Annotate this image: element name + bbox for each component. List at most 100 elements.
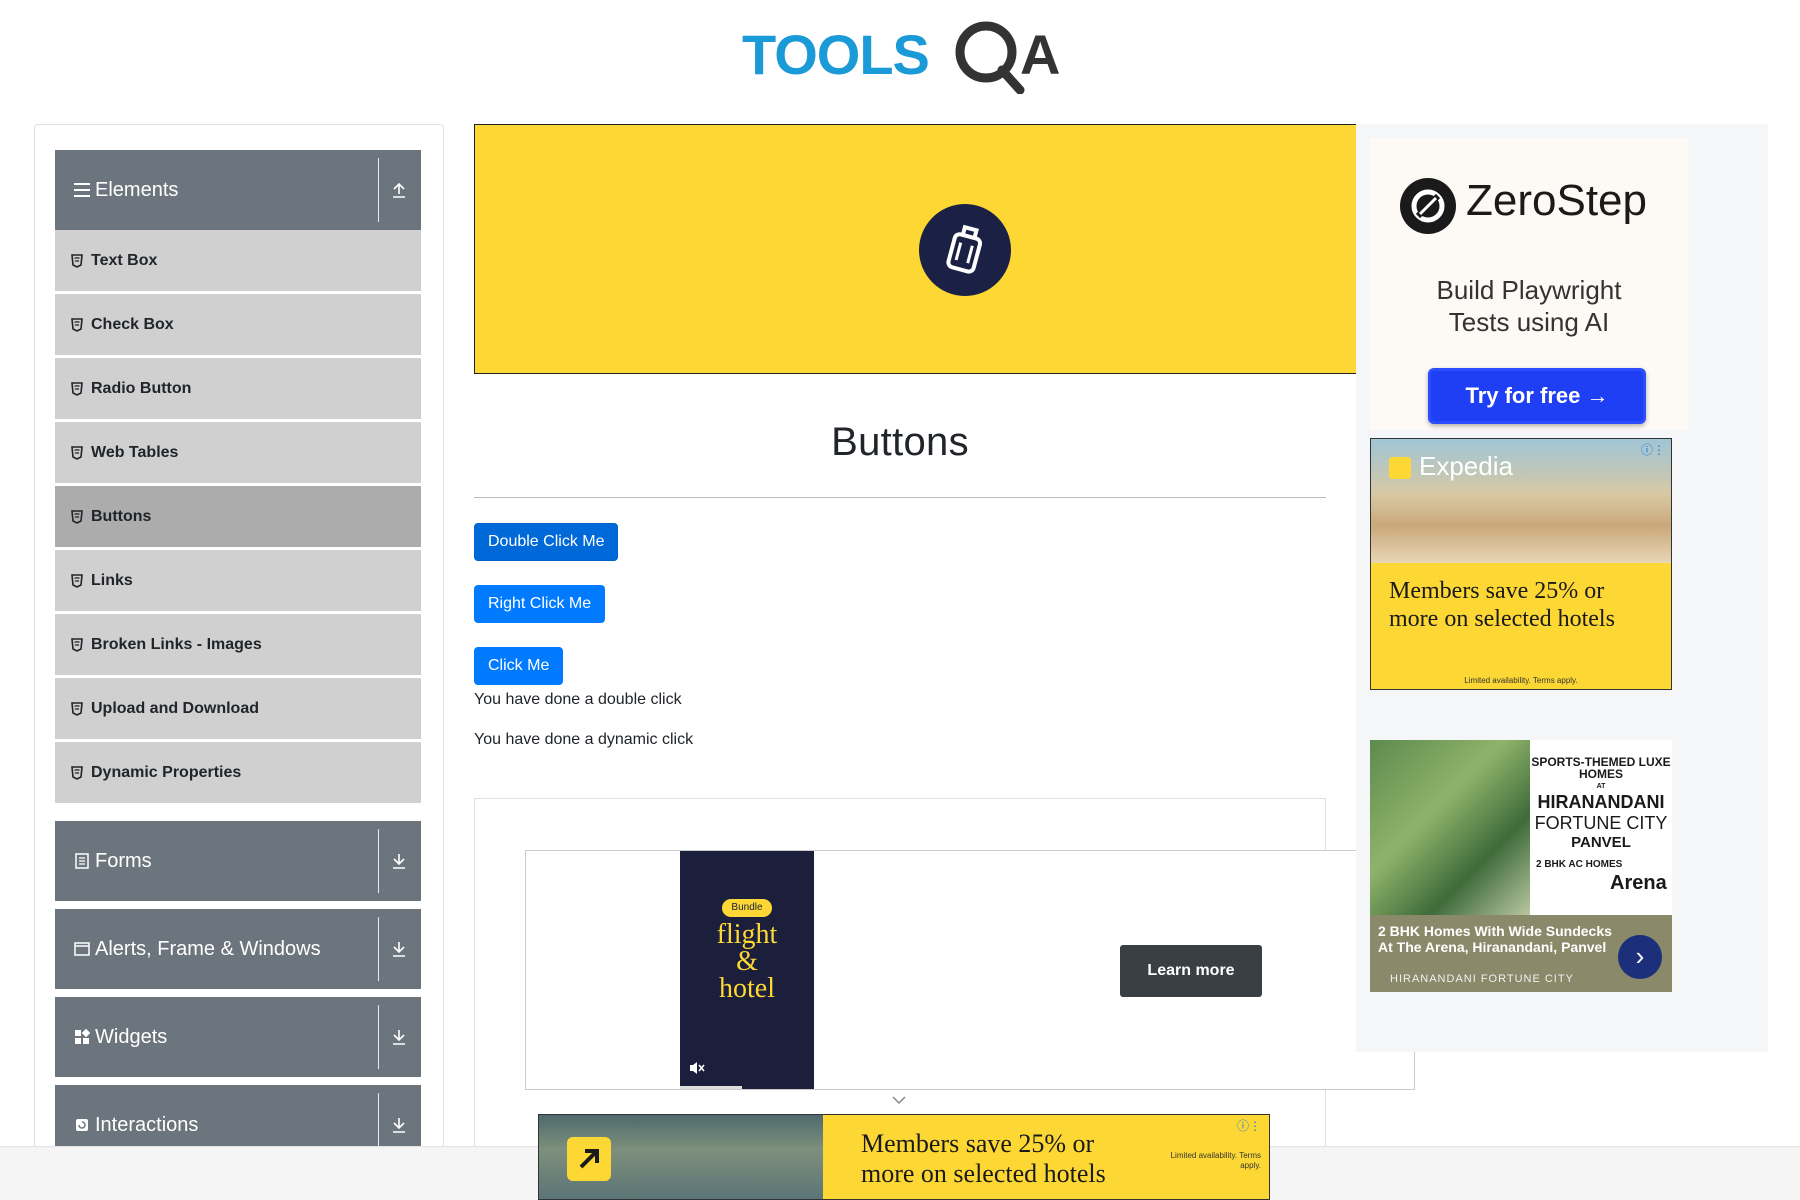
ad-at: AT	[1596, 783, 1606, 790]
group-label: Widgets	[95, 1025, 168, 1048]
html-icon	[71, 381, 83, 396]
html-icon	[71, 637, 83, 652]
zerostep-logo-icon	[1400, 178, 1456, 234]
sidebar-item-label: Buttons	[91, 507, 152, 525]
video-headline: flight & hotel	[680, 919, 814, 1003]
expand-arrow-icon[interactable]	[385, 1021, 413, 1053]
group-label: Alerts, Frame & Windows	[95, 937, 321, 960]
learn-more-button[interactable]: Learn more	[1120, 945, 1262, 997]
sidebar-item-broken-links[interactable]: Broken Links - Images	[55, 614, 421, 675]
menu-icon	[73, 181, 91, 199]
expand-arrow-icon[interactable]	[385, 845, 413, 877]
ad-info-icon[interactable]: ⓘ⋮	[1641, 441, 1665, 458]
divider	[378, 917, 379, 981]
sidebar-group-elements[interactable]: Elements	[55, 150, 421, 230]
expedia-fine-print: Limited availability. Terms apply.	[1464, 676, 1578, 685]
zerostep-brand: ZeroStep	[1466, 176, 1647, 225]
window-icon	[73, 940, 91, 958]
sidebar-item-label: Radio Button	[91, 379, 192, 397]
mute-icon[interactable]	[688, 1059, 706, 1077]
arena-logo: Arena	[1610, 872, 1667, 894]
html-icon	[71, 701, 83, 716]
ad-info-icon[interactable]: ⓘ⋮	[1237, 1117, 1261, 1134]
double-click-button[interactable]: Double Click Me	[474, 523, 619, 561]
divider	[378, 829, 379, 893]
bottom-sticky-ad[interactable]: Members save 25% or more on selected hot…	[538, 1114, 1270, 1200]
toolsqa-logo[interactable]: TOOLS A	[742, 14, 1066, 94]
collapse-arrow-icon[interactable]	[385, 174, 413, 206]
divider	[378, 1005, 379, 1069]
expedia-headline: Members save 25% or more on selected hot…	[1389, 578, 1615, 632]
ad-photo	[1370, 740, 1530, 915]
ad-video[interactable]: Bundle flight & hotel	[680, 851, 814, 1089]
sidebar-item-buttons[interactable]: Buttons	[55, 486, 421, 547]
sidebar-item-label: Check Box	[91, 315, 174, 333]
sidebar-item-web-tables[interactable]: Web Tables	[55, 422, 421, 483]
chevron-right-icon[interactable]: ›	[1618, 935, 1662, 979]
ad-caption-bar: 2 BHK Homes With Wide Sundecks At The Ar…	[1370, 915, 1672, 992]
ad-brand: HIRANANDANI	[1537, 792, 1665, 812]
html-icon	[71, 509, 83, 524]
sidebar-item-label: Web Tables	[91, 443, 179, 461]
try-for-free-button[interactable]: Try for free →	[1428, 368, 1646, 424]
bundle-badge: Bundle	[722, 899, 772, 917]
bottom-ad-fine-print: Limited availability. Terms apply.	[1170, 1151, 1261, 1170]
sidebar-group-widgets[interactable]: Widgets	[55, 997, 421, 1077]
sidebar-group-alerts[interactable]: Alerts, Frame & Windows	[55, 909, 421, 989]
ad-description: 2 BHK Homes With Wide Sundecks At The Ar…	[1378, 923, 1612, 955]
ad-offer: 2 BHK AC HOMES	[1536, 859, 1623, 870]
svg-text:A: A	[1020, 23, 1060, 86]
video-ad[interactable]: Bundle flight & hotel Learn more	[525, 850, 1415, 1090]
sidebar-item-upload-download[interactable]: Upload and Download	[55, 678, 421, 739]
bottom-ad-headline: Members save 25% or more on selected hot…	[861, 1129, 1106, 1189]
sidebar-item-label: Links	[91, 571, 133, 589]
expedia-logo-icon	[567, 1137, 611, 1181]
group-label: Elements	[95, 178, 179, 201]
headline-line-1: flight	[716, 919, 778, 950]
sidebar-item-label: Upload and Download	[91, 699, 259, 717]
sidebar-item-check-box[interactable]: Check Box	[55, 294, 421, 355]
ad-location: PANVEL	[1571, 834, 1631, 851]
sidebar-item-links[interactable]: Links	[55, 550, 421, 611]
expand-arrow-icon[interactable]	[385, 1109, 413, 1141]
left-sidebar: Elements Text Box Check Box Radio Button…	[34, 124, 444, 1200]
sidebar-item-label: Dynamic Properties	[91, 763, 242, 781]
top-banner-ad[interactable]	[474, 124, 1364, 374]
divider	[378, 158, 379, 222]
video-progress-bar[interactable]	[680, 1086, 742, 1089]
ad-subtitle: SPORTS-THEMED LUXE HOMES	[1531, 755, 1671, 781]
form-icon	[73, 852, 91, 870]
ad-photo	[1371, 439, 1671, 563]
sidebar-item-dynamic-properties[interactable]: Dynamic Properties	[55, 742, 421, 803]
page-header: TOOLS A	[0, 0, 1800, 110]
luggage-icon	[919, 204, 1011, 296]
ad-advertiser: HIRANANDANI FORTUNE CITY	[1390, 973, 1574, 985]
interactions-icon	[73, 1116, 91, 1134]
html-icon	[71, 317, 83, 332]
html-icon	[71, 765, 83, 780]
html-icon	[71, 253, 83, 268]
html-icon	[71, 445, 83, 460]
right-click-button[interactable]: Right Click Me	[474, 585, 606, 623]
sidebar-item-text-box[interactable]: Text Box	[55, 230, 421, 291]
expedia-brand: Expedia	[1419, 451, 1513, 481]
group-label: Interactions	[95, 1113, 199, 1136]
sidebar-item-label: Text Box	[91, 251, 158, 269]
sidebar-item-radio-button[interactable]: Radio Button	[55, 358, 421, 419]
hiranandani-ad[interactable]: SPORTS-THEMED LUXE HOMES AT HIRANANDANI …	[1370, 740, 1672, 992]
expand-arrow-icon[interactable]	[385, 933, 413, 965]
right-ad-column: ZeroStep Build Playwright Tests using AI…	[1356, 124, 1768, 1052]
click-me-button[interactable]: Click Me	[474, 647, 564, 685]
sidebar-group-forms[interactable]: Forms	[55, 821, 421, 901]
html-icon	[71, 573, 83, 588]
chevron-down-icon[interactable]	[890, 1094, 908, 1106]
hiranandani-title-block: SPORTS-THEMED LUXE HOMES AT HIRANANDANI …	[1530, 756, 1672, 870]
headline-line-2: &	[736, 946, 758, 977]
group-label: Forms	[95, 849, 152, 872]
headline-line-1: Members save 25% or	[861, 1129, 1095, 1158]
sidebar-item-label: Broken Links - Images	[91, 635, 262, 653]
zerostep-ad[interactable]: ZeroStep Build Playwright Tests using AI…	[1370, 138, 1688, 430]
tagline-line-2: Tests using AI	[1448, 307, 1610, 337]
expedia-ad[interactable]: Expedia ⓘ⋮ Members save 25% or more on s…	[1370, 438, 1672, 690]
headline-line-2: more on selected hotels	[861, 1159, 1106, 1188]
